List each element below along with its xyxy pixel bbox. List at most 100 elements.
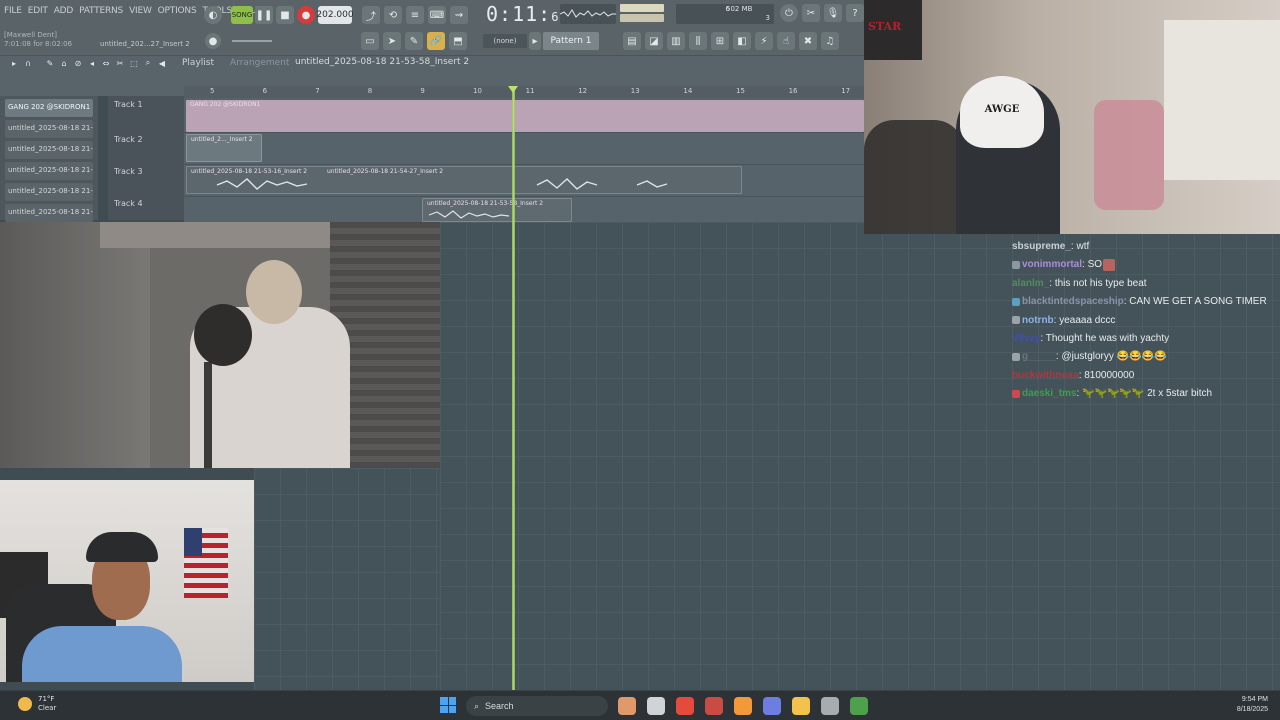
chrome-icon[interactable]	[676, 697, 694, 715]
chat-message: alanlm_: this not his type beat	[1012, 275, 1274, 293]
arrow-icon[interactable]: ➤	[383, 32, 401, 50]
browser-item[interactable]: untitled_2025-08-18 21-	[5, 162, 93, 180]
zoom-tool-icon[interactable]: ⌕	[142, 57, 154, 69]
browser-item[interactable]: untitled_2025-08-18 21-	[5, 183, 93, 201]
record-icon[interactable]: ●	[297, 6, 315, 24]
pattern-selector[interactable]: Pattern 1	[543, 32, 599, 50]
tools-icon-2[interactable]: ✖	[799, 32, 817, 50]
chat-username[interactable]: notrnb	[1022, 315, 1054, 326]
chat-username[interactable]: g_____	[1022, 351, 1056, 362]
browser-item[interactable]: untitled_2025-08-18 21-	[5, 141, 93, 159]
discord-icon[interactable]	[763, 697, 781, 715]
note-icon[interactable]: ♫	[821, 32, 839, 50]
playhead[interactable]	[512, 90, 515, 690]
playhead-marker[interactable]	[508, 86, 518, 93]
piano-roll-icon[interactable]: ◪	[645, 32, 663, 50]
taskbar-search[interactable]: ⌕ Search	[466, 696, 608, 716]
folder-icon[interactable]	[792, 697, 810, 715]
delete-tool-icon[interactable]: ⊘	[72, 57, 84, 69]
menu-item-options[interactable]: OPTIONS	[158, 6, 197, 16]
playlist-icon[interactable]: ▤	[623, 32, 641, 50]
track-4-label[interactable]: Track 4	[114, 199, 143, 208]
touch-icon[interactable]: ☝	[777, 32, 795, 50]
lane-divider	[184, 132, 864, 133]
browser-icon[interactable]: ▭	[361, 32, 379, 50]
menu-item-add[interactable]: ADD	[54, 6, 74, 16]
menu-item-patterns[interactable]: PATTERNS	[79, 6, 123, 16]
loop-icon[interactable]: ⟲	[384, 6, 402, 24]
chat-username[interactable]: blacktintedspaceship	[1022, 296, 1124, 307]
menu-item-view[interactable]: VIEW	[129, 6, 152, 16]
master-knob-icon[interactable]: ●	[205, 33, 221, 49]
chat-username[interactable]: vonimmortal	[1022, 259, 1082, 270]
playback-tool-icon[interactable]: ◀	[156, 57, 168, 69]
file-explorer-icon[interactable]	[647, 697, 665, 715]
mute-tool-icon[interactable]: ◂	[86, 57, 98, 69]
weather-widget[interactable]: 71°F Clear	[18, 695, 56, 713]
slice-tool-icon[interactable]: ✂	[114, 57, 126, 69]
chat-username[interactable]: sbsupreme_	[1012, 241, 1071, 252]
track-2-label[interactable]: Track 2	[114, 135, 143, 144]
step-record-icon[interactable]: ≡	[406, 6, 424, 24]
app-grid-icon[interactable]	[821, 697, 839, 715]
chat-username[interactable]: alanlm_	[1012, 278, 1049, 289]
tools-icon[interactable]: ✂	[802, 4, 820, 22]
pause-icon[interactable]: ❚❚	[255, 6, 273, 24]
track-3-label[interactable]: Track 3	[114, 167, 143, 176]
channel-icon[interactable]: ⊞	[711, 32, 729, 50]
snap-icon[interactable]: ⤴	[362, 6, 380, 24]
master-pitch[interactable]	[620, 14, 664, 22]
draw-tool-icon[interactable]: ✎	[44, 57, 56, 69]
playlist-lanes[interactable]: GANG 202 @SKIDRON1 untitled_2..._Insert …	[184, 98, 864, 222]
pattern-prev-icon[interactable]: ▸	[529, 32, 541, 50]
mic-icon[interactable]: 🎙	[824, 4, 842, 22]
link-icon[interactable]: 🔗	[427, 32, 445, 50]
menu-item-edit[interactable]: EDIT	[28, 6, 48, 16]
mixer-icon[interactable]: ⫼	[689, 32, 707, 50]
timeline-ruler[interactable]: 5 6 7 8 9 10 11 12 13 14 15 16 17	[184, 86, 864, 98]
help-icon[interactable]: ?	[846, 4, 864, 22]
playlist-menu-icon[interactable]: ▸	[8, 57, 20, 69]
magnet-icon[interactable]: ∩	[22, 57, 34, 69]
menu-item-file[interactable]: FILE	[4, 6, 22, 16]
playlist-arrangement[interactable]: Arrangement	[230, 58, 289, 68]
windows-start-icon[interactable]	[440, 697, 456, 713]
browser-item[interactable]: untitled_2025-08-18 21-	[5, 204, 93, 222]
channel-rack-icon[interactable]: ▥	[667, 32, 685, 50]
main-slider[interactable]	[232, 40, 272, 42]
paint-tool-icon[interactable]: ⌂	[58, 57, 70, 69]
wait-input-icon[interactable]: ⇝	[450, 6, 468, 24]
fl-studio-icon[interactable]	[734, 697, 752, 715]
chrome-canary-icon[interactable]	[705, 697, 723, 715]
none-selector[interactable]: (none)	[483, 34, 527, 48]
chat-username[interactable]: V8vzy	[1012, 333, 1040, 344]
system-clock[interactable]: 9:54 PM 8/18/2025	[1237, 695, 1268, 715]
chrome-alt-icon[interactable]	[850, 697, 868, 715]
audio-clip[interactable]: untitled_2025-08-18 21-53-16_Insert 2 un…	[186, 166, 742, 194]
typing-keyboard-icon[interactable]: ⌨	[428, 6, 446, 24]
audio-clip[interactable]: GANG 202 @SKIDRON1	[186, 100, 864, 132]
tempo-display[interactable]: 202.000	[316, 6, 354, 24]
metronome-icon[interactable]: ◐	[204, 6, 222, 24]
browser-item[interactable]: GANG 202 @SKIDRON1	[5, 99, 93, 117]
track-1-label[interactable]: Track 1	[114, 100, 143, 109]
browser-item[interactable]: untitled_2025-08-18 21-	[5, 120, 93, 138]
stamp-icon[interactable]: ⬒	[449, 32, 467, 50]
stop-icon[interactable]: ■	[276, 6, 294, 24]
audio-clip[interactable]: untitled_2..._Insert 2	[186, 134, 262, 162]
master-volume[interactable]	[620, 4, 664, 12]
plug-icon[interactable]: ⚡	[755, 32, 773, 50]
audio-clip[interactable]: untitled_2025-08-18 21-53-58_Insert 2	[422, 198, 572, 222]
plugin-icon[interactable]: ◧	[733, 32, 751, 50]
chat-username[interactable]: daeski_tms	[1022, 388, 1076, 399]
weather-text: 71°F Clear	[38, 695, 56, 713]
pencil-icon[interactable]: ✎	[405, 32, 423, 50]
chat-username[interactable]: buckwithnoaa	[1012, 370, 1079, 381]
playlist-empty-grid[interactable]	[254, 468, 440, 690]
ruler-tick: 14	[683, 87, 693, 95]
copilot-icon[interactable]	[618, 697, 636, 715]
power-icon[interactable]: ⏻	[780, 4, 798, 22]
slip-tool-icon[interactable]: ⇔	[100, 57, 112, 69]
select-tool-icon[interactable]: ⬚	[128, 57, 140, 69]
song-mode-button[interactable]: SONG	[231, 6, 253, 24]
